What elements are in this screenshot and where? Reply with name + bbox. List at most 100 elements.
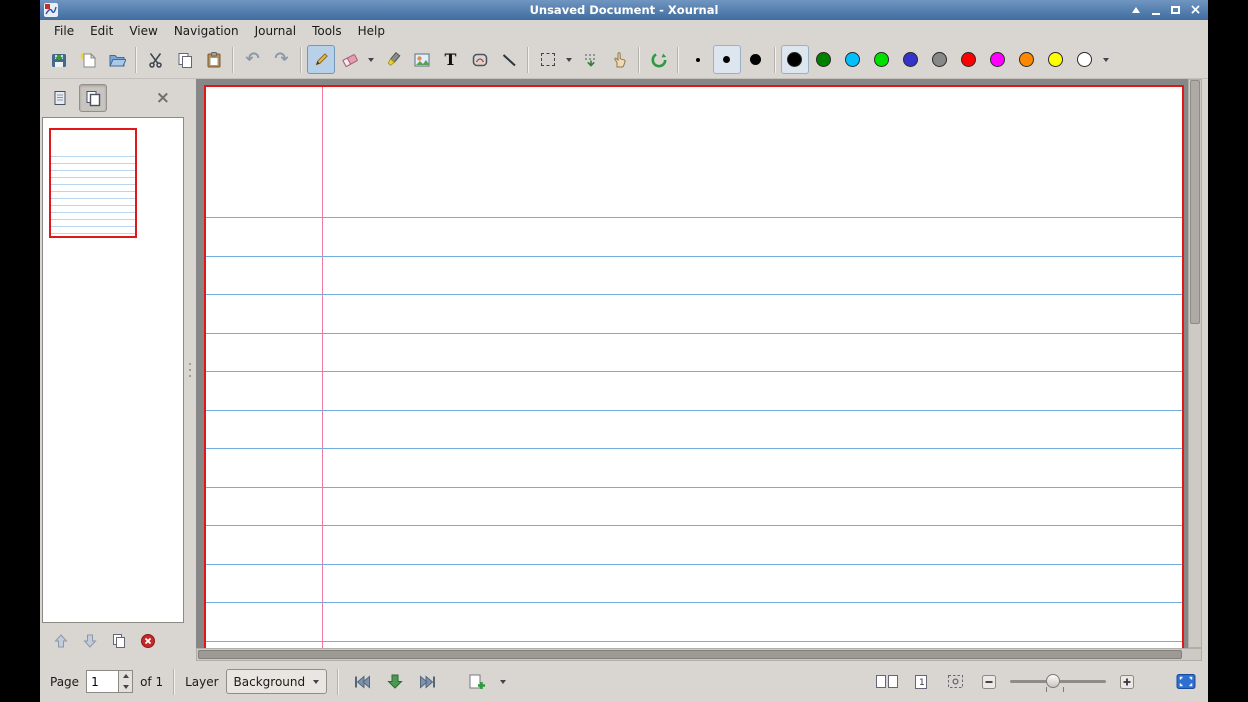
copy-button[interactable]: [171, 45, 199, 74]
zoom-in-button[interactable]: [1114, 669, 1140, 695]
titlebar[interactable]: Unsaved Document - Xournal ×: [40, 0, 1208, 20]
ruled-line: [51, 177, 135, 178]
color-blue-button[interactable]: [897, 45, 925, 74]
page[interactable]: [204, 85, 1184, 648]
ruled-line: [206, 333, 1182, 334]
new-document-button[interactable]: [74, 45, 102, 74]
menu-navigation[interactable]: Navigation: [166, 22, 247, 40]
color-black-button[interactable]: [781, 45, 809, 74]
fullscreen-button[interactable]: [1174, 671, 1198, 693]
menu-journal[interactable]: Journal: [247, 22, 305, 40]
image-tool-button[interactable]: [408, 45, 436, 74]
horizontal-scrollbar-thumb[interactable]: [198, 650, 1182, 659]
page-number-down-button[interactable]: [119, 682, 132, 693]
menu-file[interactable]: File: [46, 22, 82, 40]
menu-view[interactable]: View: [121, 22, 165, 40]
page-number-up-button[interactable]: [119, 671, 132, 682]
pen-size-fine-button[interactable]: [684, 45, 712, 74]
new-page-options-chevron[interactable]: [497, 667, 510, 696]
select-region-button[interactable]: [534, 45, 562, 74]
sidebar-tab-pages-button[interactable]: [79, 84, 107, 112]
pen-size-medium-button[interactable]: [713, 45, 741, 74]
page-thumbnail-panel[interactable]: [42, 117, 184, 623]
svg-text:1: 1: [919, 678, 925, 688]
ruler-tool-button[interactable]: [495, 45, 523, 74]
chevron-down-icon: [500, 680, 506, 684]
page-label: Page: [50, 675, 79, 689]
horizontal-scrollbar[interactable]: [196, 648, 1202, 661]
hand-tool-button[interactable]: [606, 45, 634, 74]
maximize-window-button[interactable]: [1168, 3, 1183, 18]
page-number-spinbox: [86, 670, 133, 693]
color-orange-button[interactable]: [1013, 45, 1041, 74]
page-number-input[interactable]: [86, 670, 118, 693]
document-canvas[interactable]: [196, 79, 1188, 648]
copy-page-button[interactable]: [111, 633, 127, 652]
color-swatch-icon: [903, 52, 918, 67]
vertical-scrollbar[interactable]: [1188, 79, 1202, 648]
vertical-scrollbar-thumb[interactable]: [1190, 80, 1200, 324]
color-red-button[interactable]: [955, 45, 983, 74]
toolbar-separator: [300, 47, 302, 73]
eraser-tool-button[interactable]: [336, 45, 364, 74]
last-page-icon: [418, 674, 438, 690]
close-window-button[interactable]: ×: [1188, 3, 1203, 18]
sidebar-splitter[interactable]: [184, 79, 196, 661]
select-options-chevron[interactable]: [563, 45, 576, 74]
page-width-button[interactable]: [874, 669, 900, 695]
color-options-chevron[interactable]: [1100, 45, 1113, 74]
pen-size-dot-icon: [750, 54, 761, 65]
minimize-icon: [1152, 13, 1160, 15]
zoom-out-button[interactable]: [976, 669, 1002, 695]
undo-button[interactable]: ↶: [239, 45, 267, 74]
ruled-line: [51, 198, 135, 199]
highlighter-tool-button[interactable]: [379, 45, 407, 74]
move-page-down-button[interactable]: [82, 633, 98, 652]
cut-button[interactable]: [142, 45, 170, 74]
color-dark-green-button[interactable]: [810, 45, 838, 74]
color-light-blue-button[interactable]: [839, 45, 867, 74]
vertical-space-button[interactable]: [577, 45, 605, 74]
ruled-line: [206, 602, 1182, 603]
sidebar-close-button[interactable]: ×: [156, 90, 170, 107]
open-button[interactable]: [103, 45, 131, 74]
move-page-up-button[interactable]: [53, 633, 69, 652]
first-page-button[interactable]: [349, 669, 375, 695]
first-page-icon: [352, 674, 372, 690]
text-tool-button[interactable]: T: [437, 45, 465, 74]
menu-help[interactable]: Help: [350, 22, 393, 40]
two-pages-icon: [84, 89, 102, 107]
color-gray-button[interactable]: [926, 45, 954, 74]
sidebar-tab-layers-button[interactable]: [46, 84, 74, 112]
zoom-tick-icon: [1063, 687, 1064, 692]
sidebar-tabs: ×: [40, 79, 184, 117]
shade-window-button[interactable]: [1128, 3, 1143, 18]
save-button[interactable]: [45, 45, 73, 74]
layer-combobox[interactable]: Background: [226, 669, 328, 694]
page-thumbnail[interactable]: [49, 128, 137, 238]
zoom-100-button[interactable]: 1: [908, 669, 934, 695]
default-pen-button[interactable]: [645, 45, 673, 74]
color-green-button[interactable]: [868, 45, 896, 74]
eraser-options-chevron[interactable]: [365, 45, 378, 74]
zoom-slider[interactable]: [1010, 670, 1106, 694]
minimize-window-button[interactable]: [1148, 3, 1163, 18]
maximize-icon: [1171, 6, 1180, 14]
pen-size-thick-button[interactable]: [742, 45, 770, 74]
chevron-down-icon: [566, 58, 572, 62]
menu-edit[interactable]: Edit: [82, 22, 121, 40]
redo-button[interactable]: ↷: [268, 45, 296, 74]
paste-button[interactable]: [200, 45, 228, 74]
delete-page-button[interactable]: [140, 633, 156, 652]
color-white-button[interactable]: [1071, 45, 1099, 74]
last-page-button[interactable]: [415, 669, 441, 695]
color-yellow-button[interactable]: [1042, 45, 1070, 74]
next-page-button[interactable]: [382, 669, 408, 695]
color-magenta-button[interactable]: [984, 45, 1012, 74]
shape-recognizer-button[interactable]: [466, 45, 494, 74]
menu-tools[interactable]: Tools: [304, 22, 350, 40]
zoom-slider-knob[interactable]: [1046, 674, 1060, 688]
zoom-fit-button[interactable]: [942, 669, 968, 695]
pen-tool-button[interactable]: [307, 45, 335, 74]
new-page-button[interactable]: [463, 669, 489, 695]
